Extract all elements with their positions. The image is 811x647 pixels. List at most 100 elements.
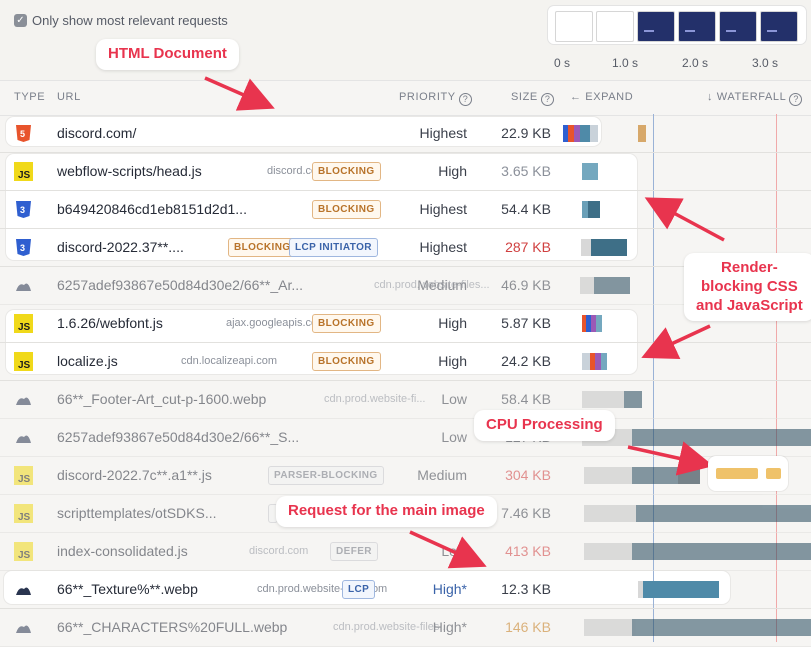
column-priority-label: PRIORITY xyxy=(399,91,456,103)
request-size: 22.9 KB xyxy=(501,125,551,141)
request-url: scripttemplates/otSDKS... xyxy=(57,505,217,521)
table-row[interactable]: JS index-consolidated.js discord.com DEFER L… xyxy=(0,532,811,571)
request-timing-segment xyxy=(678,467,700,484)
request-priority: Low xyxy=(441,543,467,559)
request-timing-segment xyxy=(632,467,678,484)
table-row[interactable]: 66**_Footer-Art_cut-p-1600.webp cdn.prod.… xyxy=(0,380,811,419)
request-badge: BLOCKING xyxy=(312,314,381,333)
request-badge: PARSER-BLOCKING xyxy=(268,466,384,485)
expand-button[interactable]: ← EXPAND xyxy=(570,91,633,103)
waterfall-bar xyxy=(636,505,811,522)
filmstrip-frame[interactable] xyxy=(637,11,675,42)
waterfall-bar xyxy=(638,125,646,142)
request-priority: High xyxy=(438,163,467,179)
help-icon[interactable]: ? xyxy=(540,93,554,106)
request-timing-segment xyxy=(581,239,591,256)
time-label: 1.0 s xyxy=(612,56,639,70)
javascript-icon: JS xyxy=(14,352,33,371)
request-timing-segment xyxy=(580,277,594,294)
request-priority: Highest xyxy=(419,125,467,141)
svg-text:JS: JS xyxy=(18,170,31,181)
request-badge: LCP xyxy=(342,580,376,599)
callout-line: Render- xyxy=(721,259,778,276)
cpu-processing-box xyxy=(708,456,788,491)
cpu-task-bar xyxy=(766,468,781,479)
request-url: 6257adef93867e50d84d30e2/66**_Ar... xyxy=(57,277,304,293)
css-icon: 3 xyxy=(14,238,33,257)
svg-text:JS: JS xyxy=(18,550,31,561)
request-priority: High* xyxy=(432,581,467,597)
table-row[interactable]: 3b649420846cd1eb8151d2d1...discord....BL… xyxy=(0,190,811,229)
request-size: 7.46 KB xyxy=(501,505,551,521)
column-size[interactable]: SIZE? xyxy=(511,91,554,106)
request-timing-segment xyxy=(594,277,630,294)
request-priority: Highest xyxy=(419,239,467,255)
column-priority[interactable]: PRIORITY? xyxy=(399,91,472,106)
waterfall-bar xyxy=(632,619,811,636)
svg-text:JS: JS xyxy=(18,474,31,485)
time-label: 3.0 s xyxy=(752,56,779,70)
javascript-icon: JS xyxy=(14,542,33,561)
table-row[interactable]: JS webflow-scripts/head.js discord.com BLOC… xyxy=(0,152,811,191)
table-row[interactable]: 66**_Texture%**.webp cdn.prod.website-fil… xyxy=(0,570,811,609)
help-icon[interactable]: ? xyxy=(458,93,472,106)
request-badge: DEFER xyxy=(330,542,378,561)
waterfall-bar xyxy=(632,543,811,560)
help-icon[interactable]: ? xyxy=(789,93,803,106)
svg-text:3: 3 xyxy=(20,205,25,215)
javascript-icon: JS xyxy=(14,162,33,181)
request-size: 58.4 KB xyxy=(501,391,551,407)
request-badge: BLOCKING xyxy=(312,200,381,219)
request-priority: Medium xyxy=(417,467,467,483)
filmstrip-frame[interactable] xyxy=(555,11,593,42)
request-host: cdn.prod.website-files... xyxy=(333,621,449,633)
javascript-icon: JS xyxy=(14,466,33,485)
request-url: index-consolidated.js xyxy=(57,543,188,559)
request-timing-segment xyxy=(584,543,632,560)
request-size: 3.65 KB xyxy=(501,163,551,179)
request-size: 12.3 KB xyxy=(501,581,551,597)
request-priority: Low xyxy=(441,391,467,407)
table-row[interactable]: 66**_CHARACTERS%20FULL.webp cdn.prod.webs… xyxy=(0,608,811,647)
relevant-requests-checkbox[interactable]: ✓ xyxy=(14,14,27,27)
request-url: discord.com/ xyxy=(57,125,137,141)
image-icon xyxy=(14,580,33,599)
table-row[interactable]: 5 discord.com/Highest 22.9 KB xyxy=(0,114,811,153)
svg-text:JS: JS xyxy=(18,322,31,333)
request-url: 66**_Footer-Art_cut-p-1600.webp xyxy=(57,391,267,407)
request-timing-segment xyxy=(582,391,624,408)
column-waterfall[interactable]: ↓ WATERFALL? xyxy=(707,91,803,106)
svg-text:5: 5 xyxy=(20,129,25,139)
request-url: 6257adef93867e50d84d30e2/66**_S... xyxy=(57,429,300,445)
filmstrip-frame[interactable] xyxy=(719,11,757,42)
css-icon: 3 xyxy=(14,200,33,219)
request-size: 304 KB xyxy=(505,467,551,483)
table-header: TYPE URL PRIORITY? SIZE? ← EXPAND ↓ WATE… xyxy=(0,80,811,116)
request-timing-segment xyxy=(596,315,602,332)
request-timing-segment xyxy=(590,125,598,142)
request-timing-segment xyxy=(582,353,590,370)
column-type: TYPE xyxy=(14,91,46,103)
request-size: 287 KB xyxy=(505,239,551,255)
filmstrip-frame[interactable] xyxy=(760,11,798,42)
request-timing-segment xyxy=(588,201,600,218)
javascript-icon: JS xyxy=(14,504,33,523)
request-host: cdn.prod.website-fi... xyxy=(324,393,426,405)
callout-line: blocking CSS xyxy=(701,277,798,295)
request-timing-segment xyxy=(591,239,627,256)
table-row[interactable]: 6257adef93867e50d84d30e2/66**_S...Low127… xyxy=(0,418,811,457)
request-priority: Medium xyxy=(417,277,467,293)
table-row[interactable]: JSdiscord-2022.7c**.a1**.jscdn....PARSER… xyxy=(0,456,811,495)
table-row[interactable]: JS localize.js cdn.localizeapi.com BLOCKING… xyxy=(0,342,811,381)
request-timing-segment xyxy=(580,125,590,142)
request-url: webflow-scripts/head.js xyxy=(57,163,202,179)
request-timing-segment xyxy=(601,353,607,370)
request-url: 66**_Texture%**.webp xyxy=(57,581,198,597)
column-size-label: SIZE xyxy=(511,91,538,103)
callout-main-image: Request for the main image xyxy=(276,496,497,527)
filmstrip-frame[interactable] xyxy=(678,11,716,42)
filmstrip-frame[interactable] xyxy=(596,11,634,42)
request-size: 5.87 KB xyxy=(501,315,551,331)
svg-text:3: 3 xyxy=(20,243,25,253)
image-icon xyxy=(14,276,33,295)
